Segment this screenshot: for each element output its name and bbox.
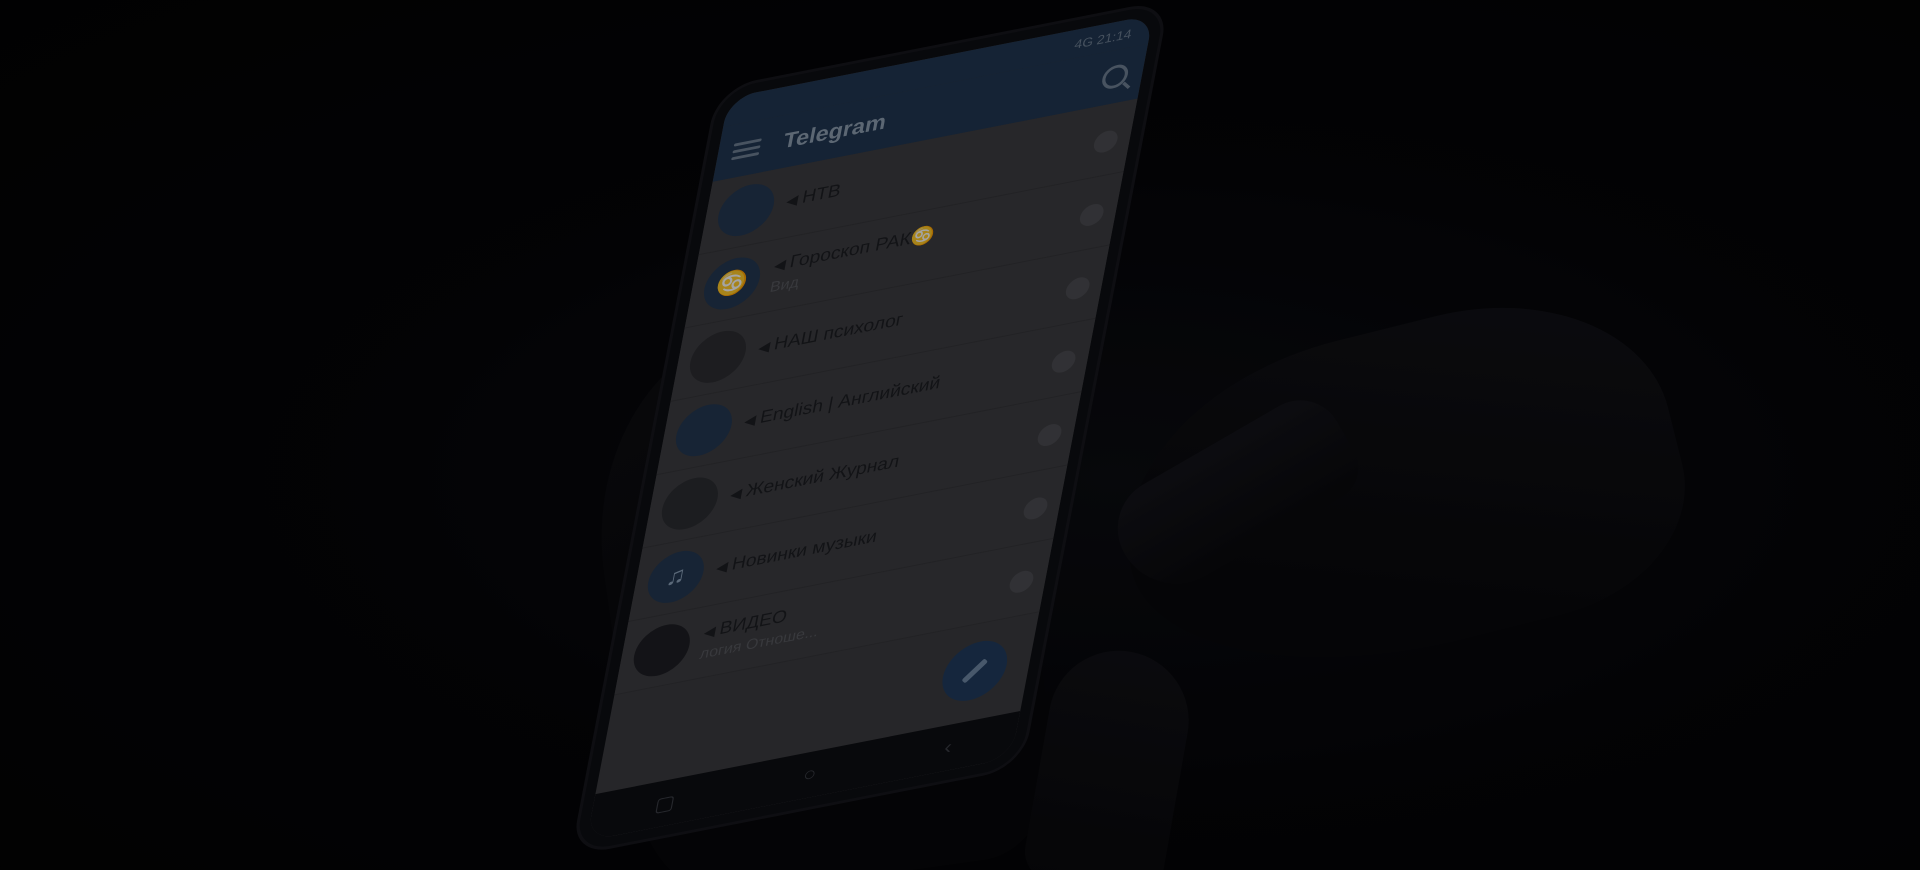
compose-button[interactable] — [937, 635, 1013, 707]
english-avatar-icon — [671, 399, 737, 462]
thumb — [1020, 639, 1200, 870]
chat-name: English | Английский — [758, 371, 943, 427]
chat-name: НАШ психолог — [772, 308, 905, 354]
video-avatar-icon — [629, 619, 695, 682]
ntv-avatar-icon — [713, 179, 779, 241]
chat-name: НТВ — [800, 179, 843, 207]
unread-badge — [1007, 568, 1036, 595]
crab-avatar-icon: ♋ — [699, 252, 765, 315]
megaphone-icon: ◀ — [729, 484, 744, 503]
unread-badge — [1078, 201, 1106, 228]
megaphone-icon: ◀ — [772, 255, 788, 274]
recent-apps-icon[interactable]: ▢ — [653, 789, 678, 817]
unread-badge — [1064, 274, 1092, 301]
pencil-icon — [961, 658, 989, 684]
unread-badge — [1092, 128, 1120, 155]
megaphone-icon: ◀ — [714, 557, 730, 576]
hamburger-menu-icon[interactable] — [731, 137, 762, 160]
unread-badge — [1021, 494, 1050, 521]
home-icon[interactable]: ○ — [801, 762, 818, 787]
megaphone-icon: ◀ — [743, 410, 758, 429]
photo-scene: 4G 21:14 Telegram ◀НТВ ♋ ◀Гороскоп РАК♋ … — [0, 0, 1920, 870]
music-avatar-icon: ♫ — [643, 546, 709, 608]
megaphone-icon: ◀ — [785, 190, 800, 209]
chat-list: ◀НТВ ♋ ◀Гороскоп РАК♋ Вид ◀НАШ психолог … — [614, 98, 1138, 696]
megaphone-icon: ◀ — [702, 622, 717, 641]
unread-badge — [1035, 421, 1064, 448]
chat-name: Женский Журнал — [744, 450, 902, 500]
journal-avatar-icon — [657, 472, 723, 535]
chat-name: Новинки музыки — [730, 525, 879, 574]
megaphone-icon: ◀ — [757, 337, 772, 356]
unread-badge — [1049, 348, 1078, 375]
back-icon[interactable]: ‹ — [942, 736, 954, 760]
psychologist-avatar-icon — [685, 325, 751, 388]
